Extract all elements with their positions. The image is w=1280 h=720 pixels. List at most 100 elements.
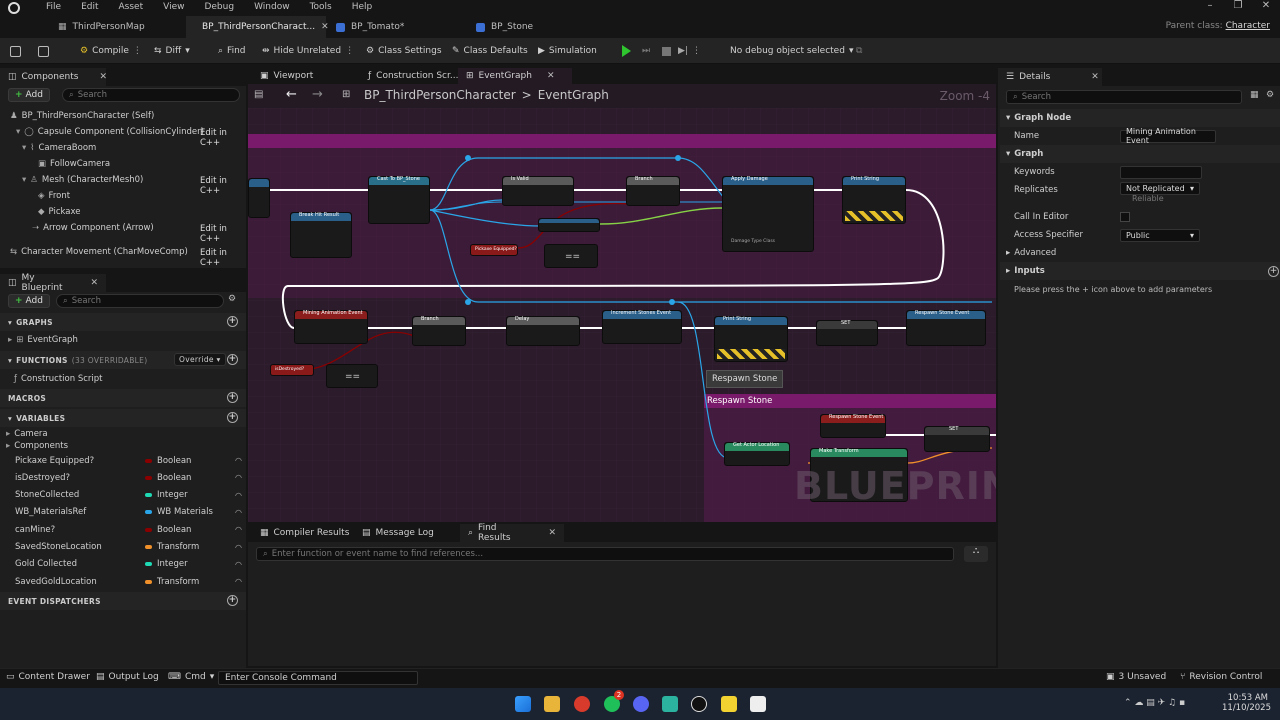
- node-respawn-stone-event-1[interactable]: Respawn Stone Event: [906, 310, 986, 346]
- gear-icon[interactable]: ⚙: [1266, 90, 1274, 100]
- chrome-icon[interactable]: [574, 696, 590, 712]
- menu-tools[interactable]: Tools: [300, 0, 342, 16]
- node-print-string-2[interactable]: Print String: [714, 316, 788, 362]
- details-section-graph-node[interactable]: ▾ Graph Node: [1000, 109, 1280, 127]
- details-section-inputs[interactable]: ▸ Inputs +: [1000, 262, 1280, 280]
- component-capsule[interactable]: ▾ ◯ Capsule Component (CollisionCylinder): [16, 124, 204, 140]
- event-graph-canvas[interactable]: Cast To BP_Stone Break Hit Result Is Val…: [248, 108, 996, 522]
- node-set-1[interactable]: SET: [816, 320, 878, 346]
- more-icon[interactable]: ⋮: [692, 46, 701, 56]
- tab-compiler-results[interactable]: ▦ Compiler Results: [252, 524, 357, 542]
- node-mining-animation-event[interactable]: Mining Animation Event: [294, 310, 368, 344]
- components-tab[interactable]: ◫ Components ✕: [0, 68, 107, 86]
- gear-icon[interactable]: ⚙: [228, 294, 236, 304]
- variable-type[interactable]: Boolean: [145, 525, 191, 535]
- variable-item[interactable]: WB_MaterialsRef WB Materials ◠: [15, 504, 245, 521]
- details-tab[interactable]: ☰ Details ✕: [998, 68, 1102, 86]
- output-log-button[interactable]: ▤ Output Log: [96, 672, 159, 682]
- macros-section[interactable]: MACROS +: [0, 389, 246, 407]
- visibility-eye-icon[interactable]: ◠: [235, 560, 242, 569]
- access-specifier-dropdown[interactable]: Public ▾: [1120, 228, 1200, 242]
- clock[interactable]: 10:53 AM 11/10/2025: [1222, 693, 1271, 713]
- node-set-2[interactable]: SET: [924, 426, 990, 452]
- node-print-string-1[interactable]: Print String: [842, 176, 906, 224]
- visibility-eye-icon[interactable]: ◠: [235, 525, 242, 534]
- variable-type[interactable]: WB Materials: [145, 507, 213, 517]
- variable-type[interactable]: Boolean: [145, 456, 191, 466]
- add-component-button[interactable]: + Add: [8, 88, 50, 102]
- component-pickaxe[interactable]: ◆ Pickaxe: [38, 204, 81, 220]
- find-button[interactable]: ⌕ Find: [218, 43, 246, 59]
- node-left-partial[interactable]: [248, 178, 270, 218]
- breadcrumb-root[interactable]: BP_ThirdPersonCharacter: [364, 88, 516, 102]
- more-icon[interactable]: ⋮: [345, 46, 354, 56]
- details-section-graph[interactable]: ▾ Graph: [1000, 145, 1280, 163]
- components-search-input[interactable]: ⌕ Search: [62, 88, 240, 102]
- close-panel-icon[interactable]: ✕: [90, 278, 98, 288]
- node-branch-2[interactable]: Branch: [412, 316, 466, 346]
- menu-file[interactable]: File: [36, 0, 71, 16]
- breadcrumb-leaf[interactable]: EventGraph: [538, 88, 609, 102]
- component-self[interactable]: ♟ BP_ThirdPersonCharacter (Self): [10, 108, 154, 124]
- tab-viewport[interactable]: ▣ Viewport: [252, 68, 321, 84]
- node-get-damage-amount[interactable]: [538, 218, 600, 232]
- graph-menu-icon[interactable]: ▤: [254, 89, 263, 100]
- back-arrow-icon[interactable]: ←: [286, 87, 297, 102]
- menu-asset[interactable]: Asset: [109, 0, 154, 16]
- component-front[interactable]: ◈ Front: [38, 188, 70, 204]
- event-dispatchers-section[interactable]: EVENT DISPATCHERS +: [0, 592, 246, 610]
- doc-tab-bp-thirdpersoncharacter[interactable]: BP_ThirdPersonCharact... ✕: [186, 16, 329, 38]
- doc-tab-bp-stone[interactable]: BP_Stone: [466, 16, 543, 38]
- class-defaults-button[interactable]: ✎ Class Defaults: [452, 43, 528, 59]
- find-in-all-blueprints-button[interactable]: ⛬: [964, 546, 988, 562]
- diff-button[interactable]: ⇆ Diff ▾: [154, 43, 190, 59]
- menu-edit[interactable]: Edit: [71, 0, 108, 16]
- tab-eventgraph[interactable]: ⊞ EventGraph ✕: [458, 68, 572, 84]
- component-character-movement[interactable]: ⇆ Character Movement (CharMoveComp): [10, 244, 188, 260]
- revision-control-button[interactable]: ⑂ Revision Control: [1180, 672, 1262, 682]
- variable-item[interactable]: Pickaxe Equipped? Boolean ◠: [15, 452, 245, 469]
- variable-type[interactable]: Transform: [145, 542, 199, 552]
- node-break-hit-result[interactable]: Break Hit Result: [290, 212, 352, 258]
- windows-start-icon[interactable]: [515, 696, 531, 712]
- edit-in-cpp-link[interactable]: Edit in C++: [200, 248, 246, 268]
- node-name-input[interactable]: Mining Animation Event: [1120, 127, 1216, 145]
- maximize-icon[interactable]: ❐: [1224, 0, 1252, 11]
- close-panel-icon[interactable]: ✕: [1091, 72, 1099, 82]
- edit-in-cpp-link[interactable]: Edit in C++: [200, 176, 246, 196]
- play-button[interactable]: [622, 43, 631, 59]
- comment-title[interactable]: Respawn Stone: [707, 396, 772, 406]
- content-drawer-button[interactable]: ▭ Content Drawer: [6, 672, 90, 682]
- call-in-editor-checkbox[interactable]: [1120, 212, 1130, 222]
- debug-filter-button[interactable]: ⧉: [856, 43, 862, 59]
- my-blueprint-search-input[interactable]: ⌕ Search: [56, 294, 224, 308]
- file-explorer-icon[interactable]: [544, 696, 560, 712]
- menu-window[interactable]: Window: [244, 0, 300, 16]
- node-apply-damage[interactable]: Apply Damage Damage Type Class: [722, 176, 814, 252]
- variable-item[interactable]: StoneCollected Integer ◠: [15, 487, 245, 504]
- edit-in-cpp-link[interactable]: Edit in C++: [200, 224, 246, 244]
- unsaved-button[interactable]: ▣ 3 Unsaved: [1106, 672, 1166, 682]
- component-cameraboom[interactable]: ▾ ⌇ CameraBoom: [22, 140, 96, 156]
- variable-type[interactable]: Integer: [145, 490, 188, 500]
- forward-arrow-icon[interactable]: →: [312, 87, 323, 102]
- browse-button[interactable]: [38, 43, 49, 59]
- variable-type[interactable]: Transform: [145, 577, 199, 587]
- node-delay[interactable]: Delay: [506, 316, 580, 346]
- debug-object-select[interactable]: No debug object selected ▾: [730, 43, 853, 59]
- add-input-icon[interactable]: +: [1268, 265, 1279, 277]
- node-is-valid[interactable]: Is Valid: [502, 176, 574, 206]
- app-icon[interactable]: [662, 696, 678, 712]
- node-equals-bool[interactable]: ==: [544, 244, 598, 268]
- add-macro-icon[interactable]: +: [227, 392, 238, 403]
- visibility-eye-icon[interactable]: ◠: [235, 491, 242, 500]
- whatsapp-icon[interactable]: 2: [604, 690, 624, 712]
- miro-icon[interactable]: [721, 696, 737, 712]
- doc-tab-thirdpersonmap[interactable]: ▦ ThirdPersonMap: [48, 16, 155, 38]
- close-tab-icon[interactable]: ✕: [547, 71, 555, 81]
- details-row-advanced[interactable]: ▸ Advanced: [1000, 244, 1280, 262]
- class-settings-button[interactable]: ⚙ Class Settings: [366, 43, 442, 59]
- hide-unrelated-button[interactable]: ⇹ Hide Unrelated ⋮: [262, 43, 354, 59]
- node-respawn-stone-event-2[interactable]: Respawn Stone Event: [820, 414, 886, 438]
- node-isdestroyed-getter[interactable]: isDestroyed?: [270, 364, 314, 376]
